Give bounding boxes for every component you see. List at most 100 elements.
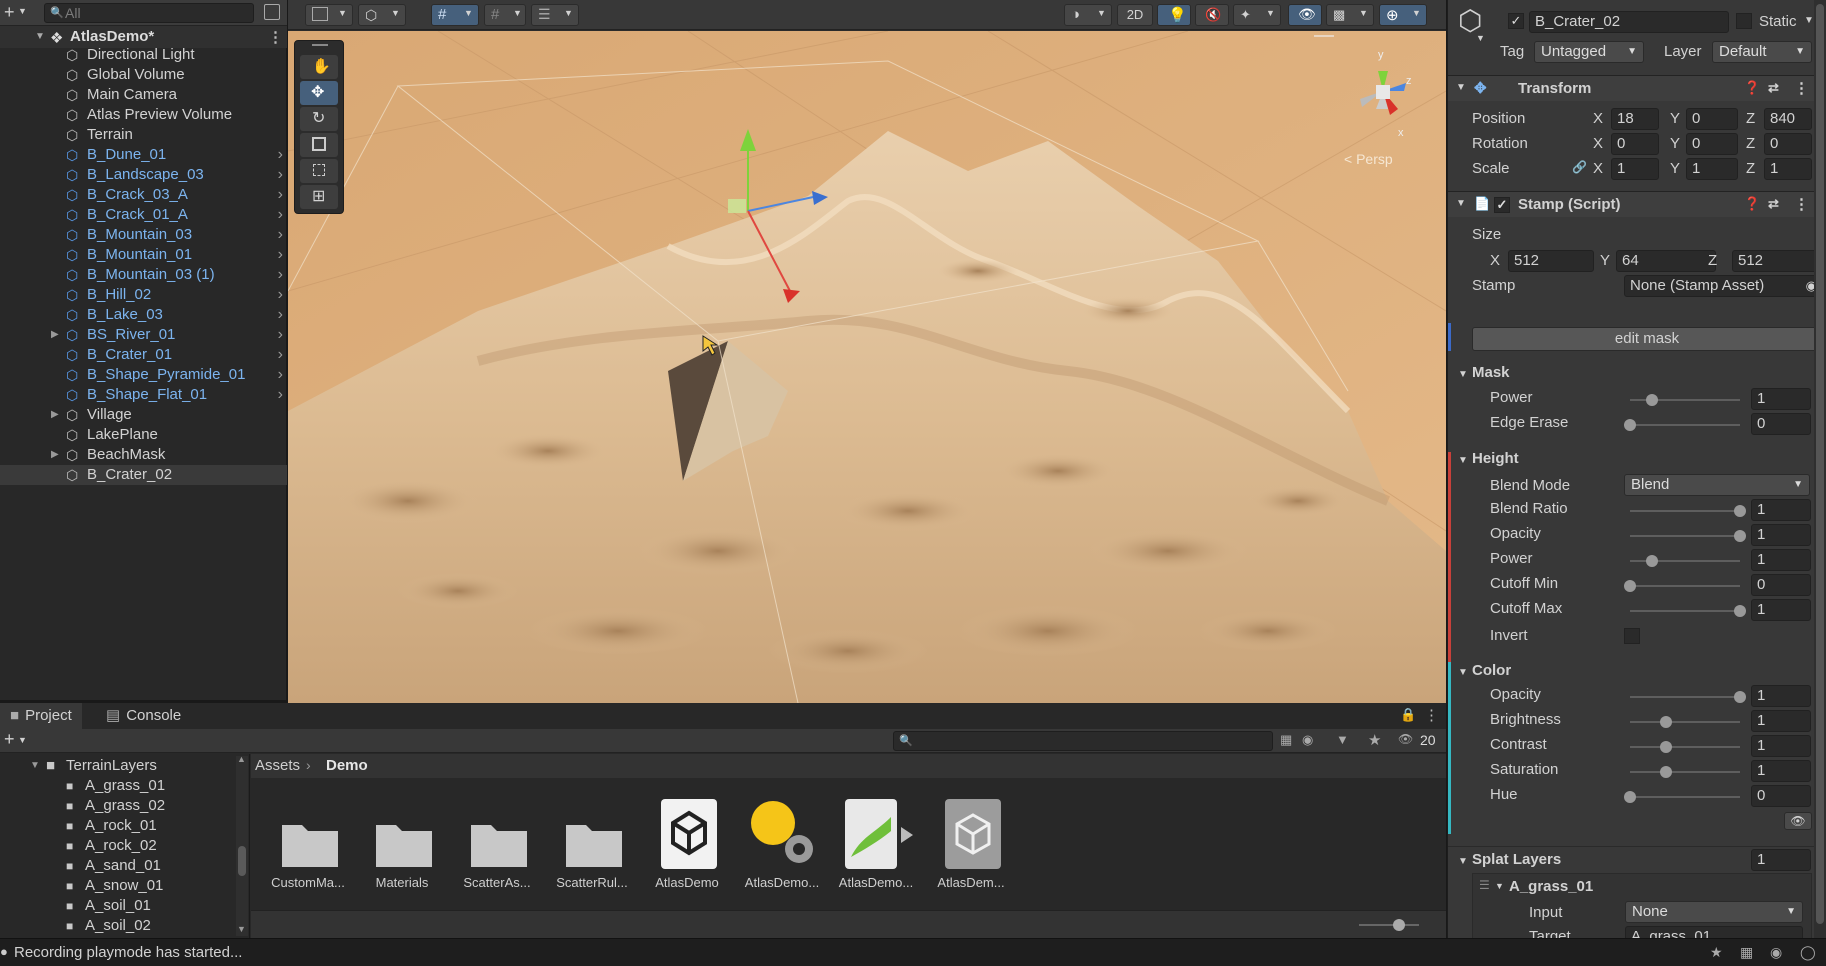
mask-edge-erase-slider[interactable] — [1624, 419, 1740, 431]
size-y-field[interactable]: 64 — [1616, 250, 1716, 272]
height-cutoff-min-slider[interactable] — [1624, 580, 1740, 592]
mask-power-field[interactable]: 1 — [1751, 388, 1811, 410]
hierarchy-item[interactable]: ⬡ Terrain — [0, 125, 287, 145]
hierarchy-item[interactable]: ⬡ B_Dune_01 › — [0, 145, 287, 165]
more-icon[interactable]: ⋮ — [268, 28, 283, 46]
audio-toggle-button[interactable]: 🔇 — [1195, 4, 1229, 26]
height-cutoff-max-slider[interactable] — [1630, 605, 1746, 617]
position-z-field[interactable]: 840 — [1764, 108, 1812, 130]
breadcrumb-assets[interactable]: Assets — [255, 757, 300, 774]
help-icon[interactable]: ❓ — [1744, 80, 1760, 96]
hierarchy-item[interactable]: ⬡ B_Crack_03_A › — [0, 185, 287, 205]
presets-icon[interactable]: ⇄ — [1768, 80, 1779, 96]
preview-toggle-button[interactable]: 👁 — [1784, 812, 1812, 830]
hierarchy-item[interactable]: ⬡ B_Crater_02 — [0, 465, 287, 485]
orientation-gizmo[interactable]: y z x — [1338, 49, 1428, 159]
inspector-scrollbar[interactable] — [1814, 0, 1826, 938]
lock-icon[interactable]: 🔒 — [1400, 707, 1416, 723]
rotation-z-field[interactable]: 0 — [1764, 133, 1812, 155]
open-prefab-icon[interactable]: › — [278, 325, 283, 345]
favorite-star-icon[interactable]: ★ — [1368, 731, 1381, 749]
move-tool-button[interactable]: ✥ — [300, 81, 338, 105]
fold-icon[interactable]: ▶ — [51, 325, 59, 345]
scene-viewport[interactable]: y z x < Persp — [288, 31, 1446, 703]
hierarchy-item[interactable]: ⬡ B_Lake_03 › — [0, 305, 287, 325]
scrollbar-thumb[interactable] — [238, 846, 246, 876]
invert-checkbox[interactable] — [1624, 628, 1640, 644]
stamp-asset-field[interactable]: None (Stamp Asset) ◉ — [1624, 275, 1822, 297]
transform-header[interactable]: ▼ ✥ Transform ❓ ⇄ ⋮ — [1448, 75, 1826, 101]
hierarchy-item[interactable]: ▶ ⬡ BS_River_01 › — [0, 325, 287, 345]
open-prefab-icon[interactable]: › — [278, 385, 283, 405]
lighting-toggle-button[interactable]: 💡 — [1157, 4, 1191, 26]
open-prefab-icon[interactable]: › — [278, 265, 283, 285]
open-prefab-icon[interactable]: › — [278, 245, 283, 265]
hierarchy-item[interactable]: ⬡ B_Mountain_01 › — [0, 245, 287, 265]
static-checkbox[interactable] — [1736, 13, 1752, 29]
slider-knob[interactable] — [1734, 691, 1746, 703]
presets-icon[interactable]: ⇄ — [1768, 196, 1779, 212]
effects-button[interactable]: ✦ ▼ — [1233, 4, 1281, 26]
height-blend-ratio-slider[interactable] — [1630, 505, 1746, 517]
chevron-down-icon[interactable]: ▼ — [18, 6, 27, 16]
hierarchy-item[interactable]: ⬡ B_Crater_01 › — [0, 345, 287, 365]
height-fold-icon[interactable]: ▼ — [1458, 455, 1468, 466]
tab-project[interactable]: ■ Project — [0, 703, 82, 729]
edit-mask-button[interactable]: edit mask — [1472, 327, 1822, 351]
size-x-field[interactable]: 512 — [1508, 250, 1594, 272]
height-power-slider[interactable] — [1630, 555, 1740, 567]
hierarchy-item[interactable]: ▶ ⬡ BeachMask — [0, 445, 287, 465]
cache-icon[interactable]: ▦ — [1740, 944, 1753, 961]
open-prefab-icon[interactable]: › — [278, 145, 283, 165]
tag-icon[interactable]: ▼ — [1336, 732, 1349, 747]
status-message[interactable]: Recording playmode has started... — [14, 944, 242, 961]
slider-knob[interactable] — [1734, 605, 1746, 617]
open-prefab-icon[interactable]: › — [278, 165, 283, 185]
ruler-button[interactable]: ☰ ▼ — [531, 4, 579, 26]
debug-icon[interactable]: ★ — [1710, 944, 1723, 961]
hierarchy-item[interactable]: ⬡ LakePlane — [0, 425, 287, 445]
hierarchy-item[interactable]: ⬡ B_Mountain_03 (1) › — [0, 265, 287, 285]
position-x-field[interactable]: 18 — [1611, 108, 1659, 130]
hierarchy-item[interactable]: ⬡ B_Crack_01_A › — [0, 205, 287, 225]
hierarchy-search-input[interactable]: 🔍 All — [44, 3, 254, 23]
color-opacity-slider[interactable] — [1630, 691, 1746, 703]
color-brightness-slider[interactable] — [1630, 716, 1740, 728]
slider-knob[interactable] — [1734, 530, 1746, 542]
hierarchy-item[interactable]: ⬡ B_Hill_02 › — [0, 285, 287, 305]
fold-icon[interactable]: ▶ — [51, 445, 59, 465]
color-opacity-field[interactable]: 1 — [1751, 685, 1811, 707]
tab-console[interactable]: ▤ Console — [96, 703, 191, 729]
increment-snap-button[interactable]: # ▼ — [484, 4, 526, 26]
progress-icon[interactable]: ◉ — [1770, 944, 1782, 961]
mask-edge-erase-field[interactable]: 0 — [1751, 413, 1811, 435]
fold-icon[interactable]: ▼ — [30, 756, 40, 776]
shading-mode-button[interactable]: ◑ ▼ — [1064, 4, 1112, 26]
color-saturation-field[interactable]: 1 — [1751, 760, 1811, 782]
slider-knob[interactable] — [1624, 419, 1636, 431]
render-mode-button[interactable]: ⬡ ▼ — [358, 4, 406, 26]
scale-z-field[interactable]: 1 — [1764, 158, 1812, 180]
icon-size-knob[interactable] — [1393, 919, 1405, 931]
scale-y-field[interactable]: 1 — [1686, 158, 1738, 180]
search-filter-icon[interactable] — [264, 4, 280, 20]
color-contrast-slider[interactable] — [1630, 741, 1740, 753]
scale-tool-button[interactable] — [300, 133, 338, 157]
scene-visibility-button[interactable]: 👁 — [1288, 4, 1322, 26]
grid-snapping-button[interactable]: # ▼ — [431, 4, 479, 26]
open-prefab-icon[interactable]: › — [278, 225, 283, 245]
scroll-up-icon[interactable]: ▲ — [237, 754, 246, 764]
overlay-drag-handle[interactable] — [312, 44, 328, 46]
rect-tool-button[interactable] — [300, 159, 338, 183]
height-cutoff-max-field[interactable]: 1 — [1751, 599, 1811, 621]
stamp-enabled-checkbox[interactable]: ✓ — [1494, 197, 1510, 213]
search-by-type-icon[interactable]: ▦ — [1280, 732, 1292, 748]
color-fold-icon[interactable]: ▼ — [1458, 667, 1468, 678]
transform-tool-button[interactable]: ⊞ — [300, 185, 338, 209]
draw-mode-button[interactable]: ▼ — [305, 4, 353, 26]
auto-generate-lighting-icon[interactable]: ◯ — [1800, 944, 1816, 961]
hierarchy-item[interactable]: ⬡ B_Shape_Flat_01 › — [0, 385, 287, 405]
chevron-down-icon[interactable]: ▼ — [18, 735, 27, 745]
hierarchy-item[interactable]: ▶ ⬡ Village — [0, 405, 287, 425]
hierarchy-item[interactable]: ⬡ Global Volume — [0, 65, 287, 85]
